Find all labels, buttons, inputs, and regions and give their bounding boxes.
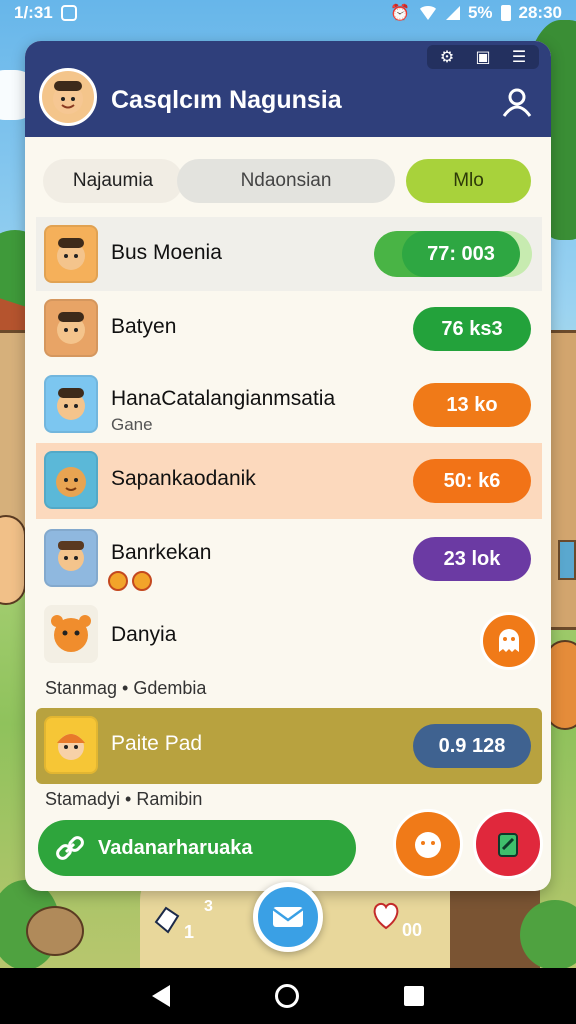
tab-najaumia[interactable]: Najaumia	[43, 159, 183, 203]
smile-icon	[132, 571, 152, 591]
battery-icon	[500, 5, 511, 21]
avatar[interactable]	[39, 68, 97, 126]
notification-icon	[60, 5, 77, 21]
mail-icon	[272, 907, 304, 927]
tab-ndaonsian[interactable]: Ndaonsian	[177, 159, 395, 203]
share-count: 1	[184, 922, 195, 942]
edit-icon	[498, 833, 518, 857]
character-face-icon	[58, 541, 84, 571]
animal-face-icon	[51, 615, 91, 652]
share-badge: 3	[204, 898, 213, 915]
item-name: Banrkekan	[111, 541, 212, 564]
progress-bar: 77: 003	[374, 231, 532, 277]
share-button[interactable]	[150, 902, 184, 942]
menu-icon[interactable]: ☰	[505, 47, 533, 67]
wifi-icon	[417, 6, 438, 20]
item-value: 76 ks3	[413, 307, 531, 351]
monster-icon	[415, 832, 441, 858]
character-face-icon	[57, 312, 85, 344]
item-name: Danyia	[111, 623, 177, 646]
item-value: 13 ko	[413, 383, 531, 427]
character-face-icon	[57, 388, 85, 420]
window-icon[interactable]: ▣	[469, 47, 497, 67]
item-subtitle: Gane	[111, 415, 153, 434]
hand-icon	[154, 906, 180, 934]
page-title: Casqlcım Nagunsia	[111, 86, 342, 114]
chat-button[interactable]	[480, 612, 538, 670]
primary-action-button[interactable]: Vadanarharuaka	[38, 820, 356, 876]
list-item[interactable]: Danyia	[36, 597, 542, 673]
home-icon[interactable]	[274, 984, 299, 1008]
character-button[interactable]	[393, 809, 463, 879]
edit-button[interactable]	[473, 809, 543, 879]
alarm-icon: ⏰	[390, 5, 410, 22]
avatar	[44, 451, 98, 509]
avatar	[44, 605, 98, 663]
character-face-icon	[53, 81, 83, 114]
item-name: Paite Pad	[111, 732, 203, 755]
like-count: 00	[402, 920, 423, 940]
mail-button[interactable]	[253, 882, 323, 952]
avatar	[44, 299, 98, 357]
back-icon[interactable]	[152, 985, 171, 1007]
list-item[interactable]: Sapankaodanik 50: k6	[36, 443, 542, 519]
navigation-bar	[0, 968, 576, 1024]
heart-hand-icon	[373, 902, 399, 930]
list-item[interactable]: Banrkekan 23 lok	[36, 521, 542, 597]
recent-apps-icon[interactable]	[403, 986, 424, 1006]
character-face-icon	[57, 238, 85, 270]
item-name: Batyen	[111, 315, 177, 338]
house	[548, 330, 576, 630]
signal-icon	[445, 6, 460, 20]
villager-character	[0, 515, 26, 605]
reaction-icons	[108, 571, 152, 591]
item-value: 23 lok	[413, 537, 531, 581]
section-label: Stanmag • Gdembia	[45, 678, 207, 698]
list-item[interactable]: Bus Moenia 77: 003	[36, 217, 542, 293]
item-name: HanaCatalangianmsatia	[111, 387, 336, 410]
animal-face-icon	[56, 467, 86, 497]
main-panel: ⚙ ▣ ☰ Casqlcım Nagunsia Najaumia Ndaonsi…	[25, 41, 551, 891]
list-item[interactable]: Paite Pad 0.9 128	[36, 708, 542, 784]
status-time: 1/:31	[14, 3, 53, 22]
battery-percent: 5%	[467, 3, 493, 22]
status-bar: 1/:31 ⏰ 5% 28:30	[0, 0, 576, 26]
link-icon	[56, 836, 84, 860]
item-name: Bus Moenia	[111, 241, 222, 264]
character-face-icon	[57, 734, 85, 760]
avatar	[44, 716, 98, 774]
avatar	[44, 529, 98, 587]
list-item[interactable]: HanaCatalangianmsatia Gane 13 ko	[36, 367, 542, 443]
status-clock: 28:30	[518, 3, 562, 22]
ghost-icon	[499, 629, 519, 652]
settings-icon[interactable]: ⚙	[433, 47, 461, 67]
like-button[interactable]	[370, 898, 402, 938]
avatar	[44, 375, 98, 433]
profile-icon[interactable]	[501, 86, 533, 118]
item-name: Sapankaodanik	[111, 467, 256, 490]
tab-mlo[interactable]: Mlo	[406, 159, 531, 203]
section-label: Stamadyi • Ramibin	[45, 789, 203, 809]
animal-character	[26, 906, 84, 956]
header-toolbar: ⚙ ▣ ☰	[427, 45, 539, 69]
house-window	[558, 540, 576, 580]
tab-bar: Najaumia Ndaonsian Mlo	[43, 159, 533, 203]
heart-icon	[108, 571, 128, 591]
item-value: 50: k6	[413, 459, 531, 503]
item-value: 77: 003	[402, 231, 520, 277]
item-value: 0.9 128	[413, 724, 531, 768]
list-item[interactable]: Batyen 76 ks3	[36, 291, 542, 367]
header: ⚙ ▣ ☰ Casqlcım Nagunsia	[25, 41, 551, 137]
action-label: Vadanarharuaka	[98, 836, 253, 859]
avatar	[44, 225, 98, 283]
